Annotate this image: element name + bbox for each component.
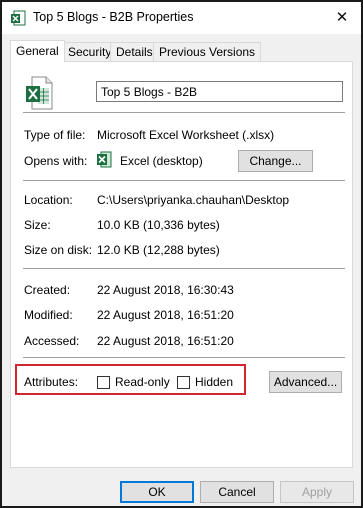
advanced-button[interactable]: Advanced... xyxy=(269,371,342,393)
opens-value: Excel (desktop) xyxy=(120,154,203,168)
close-icon: ✕ xyxy=(335,9,349,26)
attributes-label: Attributes: xyxy=(24,375,79,389)
change-button[interactable]: Change... xyxy=(238,150,313,172)
hidden-label[interactable]: Hidden xyxy=(195,375,233,389)
size-value: 10.0 KB (10,336 bytes) xyxy=(97,218,220,232)
created-label: Created: xyxy=(24,283,71,297)
excel-title-icon xyxy=(11,10,26,26)
modified-label: Modified: xyxy=(24,308,73,322)
excel-file-icon xyxy=(26,76,53,110)
excel-app-icon xyxy=(97,151,112,168)
close-button[interactable]: ✕ xyxy=(329,6,355,30)
size-on-disk-value: 12.0 KB (12,288 bytes) xyxy=(97,243,220,257)
accessed-label: Accessed: xyxy=(24,334,80,348)
size-on-disk-label: Size on disk: xyxy=(24,243,93,257)
created-value: 22 August 2018, 16:30:43 xyxy=(97,283,234,297)
tab-general[interactable]: General xyxy=(10,40,65,62)
cancel-button[interactable]: Cancel xyxy=(200,481,274,503)
tab-previous-versions[interactable]: Previous Versions xyxy=(153,42,262,61)
tab-details[interactable]: Details xyxy=(110,42,159,61)
location-value: C:\Users\priyanka.chauhan\Desktop xyxy=(97,193,290,207)
location-label: Location: xyxy=(24,193,73,207)
accessed-value: 22 August 2018, 16:51:20 xyxy=(97,334,234,348)
hidden-checkbox[interactable] xyxy=(177,375,190,389)
general-panel: Type of file: Microsoft Excel Worksheet … xyxy=(10,61,353,468)
divider xyxy=(23,268,345,269)
properties-window: Top 5 Blogs - B2B Properties ✕ General S… xyxy=(0,0,363,508)
divider xyxy=(23,112,345,113)
readonly-checkbox[interactable] xyxy=(97,375,110,389)
hidden-checkbox-group[interactable]: Hidden xyxy=(177,375,233,389)
file-name-input[interactable] xyxy=(96,81,343,102)
type-label: Type of file: xyxy=(24,128,86,142)
size-label: Size: xyxy=(24,218,51,232)
title-bar[interactable]: Top 5 Blogs - B2B Properties ✕ xyxy=(2,2,361,34)
readonly-checkbox-group[interactable]: Read-only xyxy=(97,375,170,389)
divider xyxy=(23,357,345,358)
opens-label: Opens with: xyxy=(24,154,88,168)
readonly-label[interactable]: Read-only xyxy=(115,375,170,389)
type-value: Microsoft Excel Worksheet (.xlsx) xyxy=(97,128,275,142)
ok-button[interactable]: OK xyxy=(120,481,194,503)
window-title: Top 5 Blogs - B2B Properties xyxy=(33,10,194,24)
divider xyxy=(23,180,345,181)
apply-button[interactable]: Apply xyxy=(280,481,354,503)
modified-value: 22 August 2018, 16:51:20 xyxy=(97,308,234,322)
